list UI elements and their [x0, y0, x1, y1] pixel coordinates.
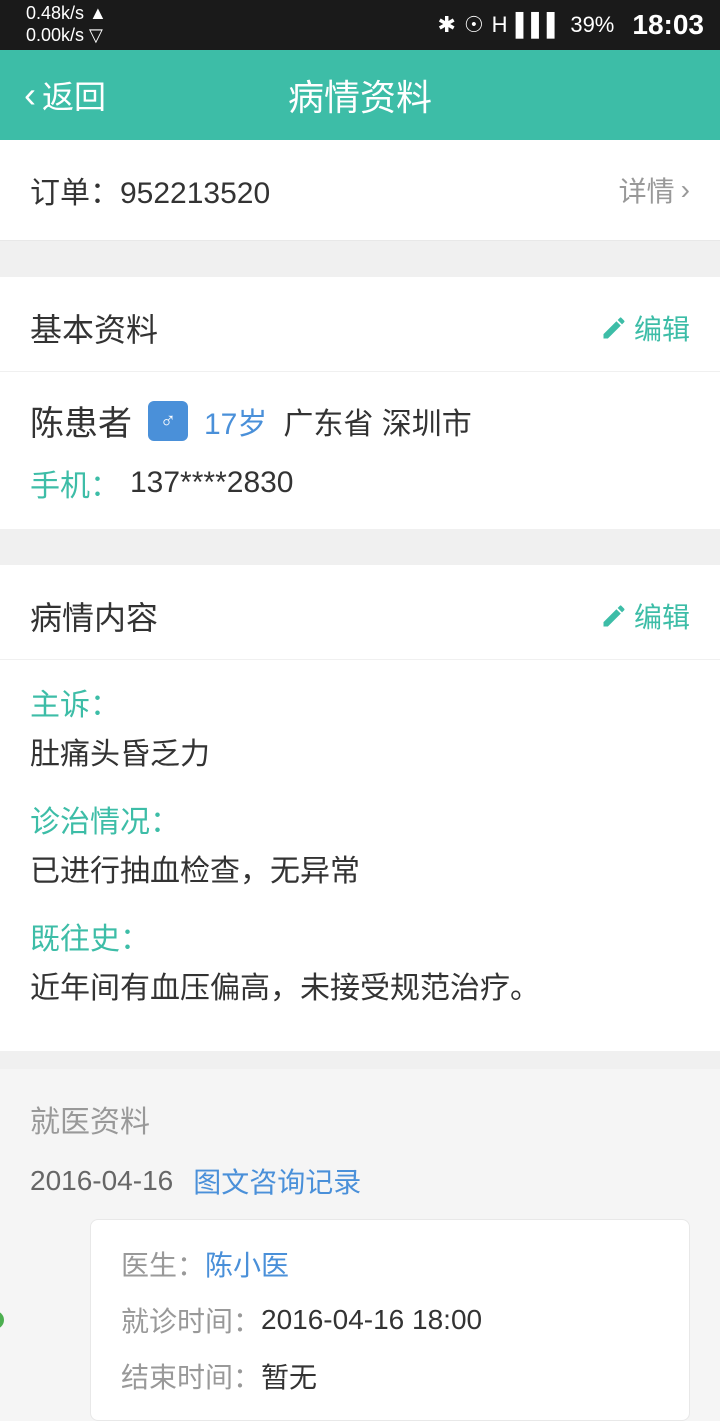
basic-info-header: 基本资料 编辑 — [0, 277, 720, 372]
medical-content-edit-label: 编辑 — [634, 596, 690, 636]
battery-text: 39% — [570, 12, 614, 38]
patient-name-row: 陈患者 ♂ 17岁 广东省 深圳市 — [30, 396, 690, 445]
record-date: 2016-04-16 — [30, 1165, 173, 1197]
dot-indicator — [0, 1311, 4, 1329]
patient-info: 陈患者 ♂ 17岁 广东省 深圳市 手机： 137****2830 — [0, 372, 720, 529]
order-detail-label: 详情 — [619, 170, 675, 210]
order-number: 订单：952213520 — [30, 168, 270, 212]
edit-icon-2 — [600, 602, 628, 630]
content-area: 订单：952213520 详情 › 基本资料 编辑 陈患者 ♂ 17岁 — [0, 140, 720, 1421]
doctor-name: 陈小医 — [205, 1244, 289, 1284]
back-chevron-icon: ‹ — [24, 74, 36, 116]
basic-info-title: 基本资料 — [30, 305, 158, 351]
phone-row: 手机： 137****2830 — [30, 461, 690, 505]
back-label: 返回 — [42, 72, 106, 118]
history-text: 近年间有血压偏高，未接受规范治疗。 — [30, 966, 690, 1011]
chief-complaint-label: 主诉： — [30, 680, 690, 724]
basic-info-card: 基本资料 编辑 陈患者 ♂ 17岁 广东省 深圳市 手机： 137****283… — [0, 277, 720, 529]
divider-1 — [0, 259, 720, 277]
medical-content-header: 病情内容 编辑 — [0, 565, 720, 660]
chief-complaint-text: 肚痛头昏乏力 — [30, 732, 690, 777]
medical-content-body: 主诉： 肚痛头昏乏力 诊治情况： 已进行抽血检查，无异常 既往史： 近年间有血压… — [0, 660, 720, 1051]
order-chevron-icon: › — [681, 174, 690, 206]
doctor-label: 医生： — [121, 1244, 205, 1284]
status-bar: 0.48k/s ▲ 0.00k/s ▽ ✱ ☉ H ▌▌▌ 39% 18:03 — [0, 0, 720, 50]
patient-name: 陈患者 — [30, 396, 132, 445]
phone-label: 手机： — [30, 461, 120, 505]
medical-content-title: 病情内容 — [30, 593, 158, 639]
patient-location: 广东省 深圳市 — [283, 399, 471, 443]
doctor-row: 医生： 陈小医 — [121, 1244, 659, 1284]
medical-content-edit-button[interactable]: 编辑 — [600, 596, 690, 636]
phone-number: 137****2830 — [130, 466, 294, 500]
medical-records-section: 就医资料 2016-04-16 图文咨询记录 医生： 陈小医 就诊时间： 201… — [0, 1069, 720, 1421]
network-icon: H — [492, 12, 508, 38]
records-section-title: 就医资料 — [30, 1097, 690, 1141]
divider-2 — [0, 547, 720, 565]
diagnosis-label: 诊治情况： — [30, 797, 690, 841]
order-detail-link[interactable]: 详情 › — [619, 170, 690, 210]
record-date-row: 2016-04-16 图文咨询记录 — [30, 1161, 690, 1201]
diagnosis-text: 已进行抽血检查，无异常 — [30, 849, 690, 894]
end-time: 暂无 — [261, 1356, 317, 1396]
gender-icon: ♂ — [148, 401, 188, 441]
network-speed: 0.48k/s ▲ 0.00k/s ▽ — [26, 3, 107, 46]
record-card-wrapper: 医生： 陈小医 就诊时间： 2016-04-16 18:00 结束时间： 暂无 — [30, 1219, 690, 1421]
visit-time: 2016-04-16 18:00 — [261, 1304, 482, 1336]
bluetooth-icon: ✱ — [438, 12, 456, 38]
record-type[interactable]: 图文咨询记录 — [193, 1161, 361, 1201]
basic-info-edit-button[interactable]: 编辑 — [600, 308, 690, 348]
visit-time-row: 就诊时间： 2016-04-16 18:00 — [121, 1300, 659, 1340]
time-display: 18:03 — [632, 9, 704, 41]
history-label: 既往史： — [30, 914, 690, 958]
order-row[interactable]: 订单：952213520 详情 › — [0, 140, 720, 241]
top-nav: ‹ 返回 病情资料 — [0, 50, 720, 140]
end-time-row: 结束时间： 暂无 — [121, 1356, 659, 1396]
record-card: 医生： 陈小医 就诊时间： 2016-04-16 18:00 结束时间： 暂无 — [90, 1219, 690, 1421]
edit-icon — [600, 314, 628, 342]
patient-age: 17岁 — [204, 399, 267, 443]
basic-info-edit-label: 编辑 — [634, 308, 690, 348]
page-title: 病情资料 — [288, 69, 432, 121]
wifi-icon: ☉ — [464, 12, 484, 38]
back-button[interactable]: ‹ 返回 — [24, 72, 106, 118]
medical-content-card: 病情内容 编辑 主诉： 肚痛头昏乏力 诊治情况： 已进行抽血检查，无异常 既往史… — [0, 565, 720, 1051]
visit-time-label: 就诊时间： — [121, 1300, 261, 1340]
status-icons: ✱ ☉ H ▌▌▌ 39% 18:03 — [438, 9, 705, 41]
signal-icon: ▌▌▌ — [516, 12, 563, 38]
end-time-label: 结束时间： — [121, 1356, 261, 1396]
